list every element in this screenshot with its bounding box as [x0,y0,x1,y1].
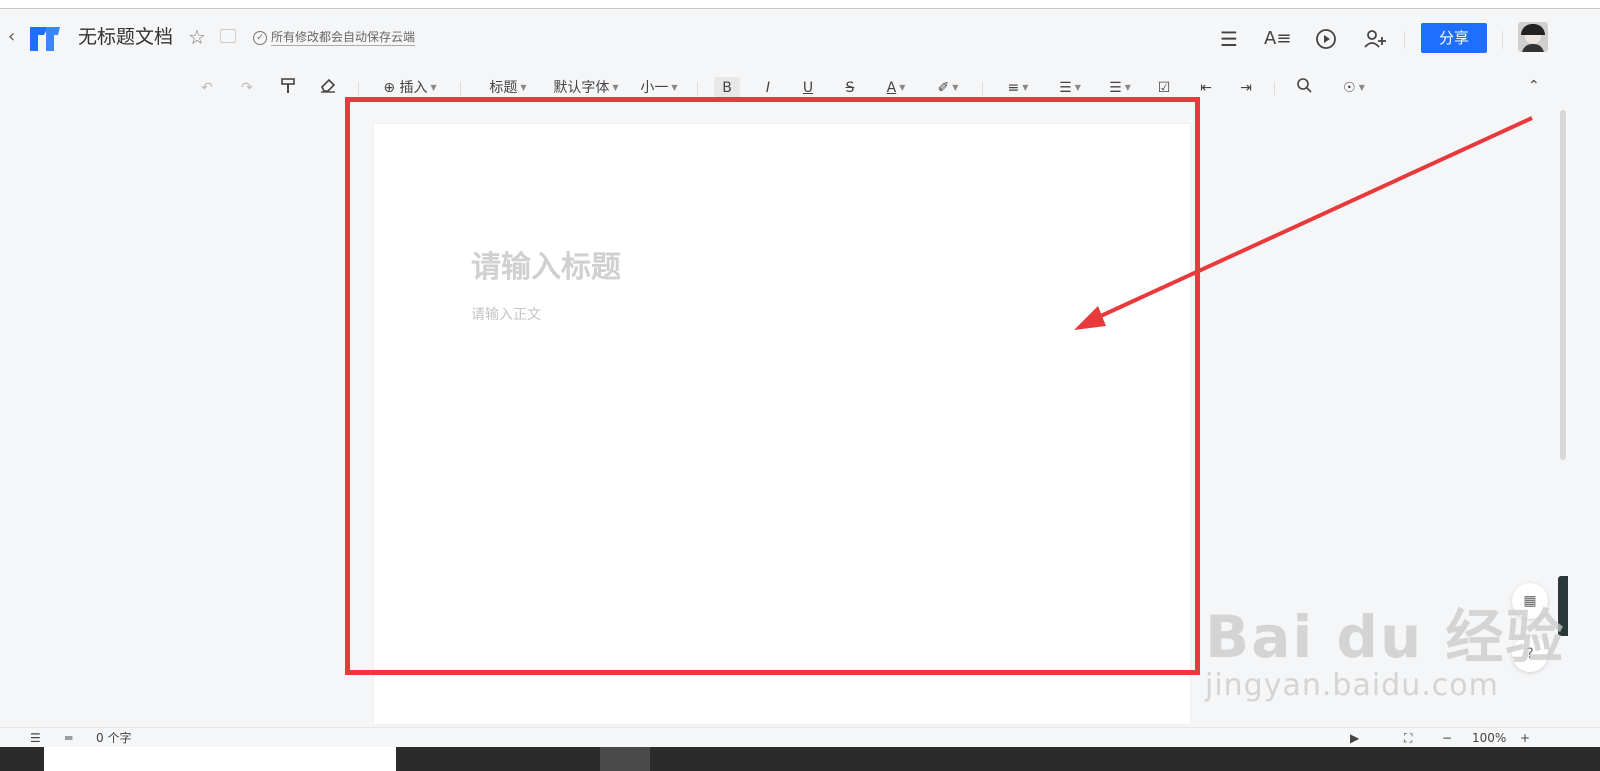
word-count: 0 个字 [96,731,132,745]
fullscreen-icon[interactable]: ⛶ [1404,730,1412,746]
watermark-brand: Bai du 经验 [1205,603,1566,671]
taskbar-app-tile[interactable] [600,747,650,771]
watermark: Bai du 经验 jingyan.baidu.com [1205,590,1565,703]
status-bar: ☰ ═ 0 个字 ▶ ⛶ − 100% + [0,727,1600,747]
taskbar-search-field[interactable] [44,747,396,771]
taskbar [0,747,1600,771]
zoom-in-button[interactable]: + [1520,730,1530,746]
present-icon[interactable]: ▶ [1350,730,1359,746]
zoom-out-button[interactable]: − [1442,730,1452,746]
zoom-level[interactable]: 100% [1472,730,1506,746]
scrollbar[interactable] [1560,110,1566,460]
outline-icon[interactable]: ☰ [30,730,41,746]
page-layout-icon[interactable]: ═ [65,730,72,746]
